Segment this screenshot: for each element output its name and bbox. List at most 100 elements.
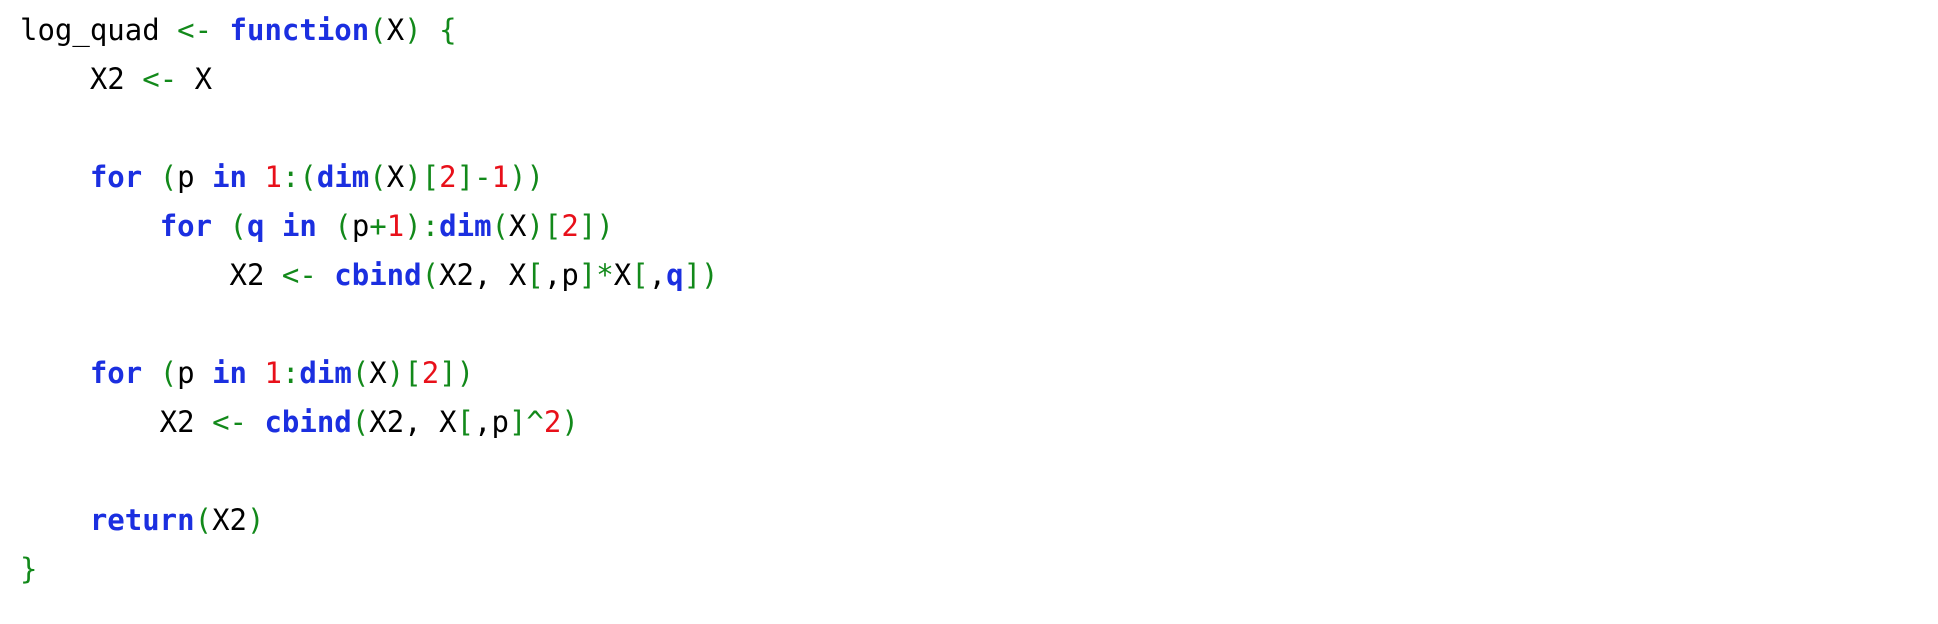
identifier-token xyxy=(142,356,159,390)
number-token: 2 xyxy=(421,356,440,390)
operator-token: <- xyxy=(142,62,178,96)
operator-token: ^ xyxy=(526,405,544,439)
identifier-token: X2, X xyxy=(439,258,527,292)
operator-token: <- xyxy=(177,13,213,47)
identifier-token xyxy=(142,160,159,194)
identifier-token xyxy=(422,13,439,47)
number-token: 2 xyxy=(439,160,457,194)
bracket-token: ] xyxy=(508,405,527,439)
keyword-token: return xyxy=(89,503,195,537)
keyword-token: cbind xyxy=(334,258,422,292)
identifier-token: , xyxy=(648,258,667,292)
keyword-token: in xyxy=(212,160,248,194)
bracket-token: ( xyxy=(369,13,387,47)
bracket-token: ( xyxy=(369,160,387,194)
identifier-token: p xyxy=(351,209,370,243)
bracket-token: ) xyxy=(526,209,544,243)
bracket-token: ( xyxy=(194,503,213,537)
bracket-token: ( xyxy=(491,209,510,243)
number-token: 1 xyxy=(264,356,282,390)
bracket-token: ]) xyxy=(439,356,475,390)
bracket-token: [ xyxy=(404,356,422,390)
keyword-token: q xyxy=(247,209,265,243)
operator-token: * xyxy=(596,258,614,292)
bracket-token: [ xyxy=(543,209,562,243)
identifier-token: X2 xyxy=(20,62,125,96)
keyword-token: in xyxy=(281,209,317,243)
bracket-token: ( xyxy=(351,405,370,439)
identifier-token xyxy=(247,160,264,194)
identifier-token xyxy=(195,405,212,439)
bracket-token: ( xyxy=(334,209,352,243)
identifier-token: p xyxy=(177,160,213,194)
keyword-token: q xyxy=(666,258,684,292)
code-view[interactable]: log_quad <- function(X) { X2 <- X for (p… xyxy=(20,6,1920,616)
number-token: 1 xyxy=(386,209,405,243)
number-token: 2 xyxy=(561,209,579,243)
keyword-token: for xyxy=(159,209,213,243)
identifier-token: log_quad xyxy=(20,13,160,47)
bracket-token: ) xyxy=(561,405,579,439)
number-token: 1 xyxy=(491,160,510,194)
identifier-token: X xyxy=(386,160,405,194)
code-line: X2 <- cbind(X2, X[,p]*X[,q]) xyxy=(20,251,1920,300)
bracket-token: ) xyxy=(404,209,422,243)
operator-token: <- xyxy=(281,258,317,292)
identifier-token xyxy=(317,209,334,243)
code-line: for (p in 1:dim(X)[2]) xyxy=(20,349,1920,398)
identifier-token: X xyxy=(369,356,387,390)
keyword-token: cbind xyxy=(264,405,352,439)
operator-token: - xyxy=(474,160,492,194)
bracket-token: )) xyxy=(509,160,544,194)
bracket-token: { xyxy=(439,13,457,47)
identifier-token xyxy=(212,13,229,47)
code-line: for (q in (p+1):dim(X)[2]) xyxy=(20,202,1920,251)
bracket-token: ) xyxy=(386,356,405,390)
identifier-token xyxy=(264,209,281,243)
identifier-token xyxy=(247,405,264,439)
bracket-token: ) xyxy=(247,503,265,537)
identifier-token xyxy=(264,258,281,292)
identifier-token: X2 xyxy=(20,405,195,439)
identifier-token: X xyxy=(509,209,527,243)
keyword-token: function xyxy=(229,13,370,47)
bracket-token: ] xyxy=(456,160,475,194)
identifier-token xyxy=(212,209,229,243)
identifier-token xyxy=(317,258,334,292)
identifier-token xyxy=(125,62,142,96)
bracket-token: [ xyxy=(526,258,544,292)
identifier-token xyxy=(247,356,264,390)
bracket-token: ]) xyxy=(578,209,614,243)
operator-token: : xyxy=(281,160,300,194)
keyword-token: for xyxy=(89,160,143,194)
bracket-token: ( xyxy=(351,356,370,390)
bracket-token: ) xyxy=(404,160,422,194)
keyword-token: dim xyxy=(316,160,370,194)
identifier-token xyxy=(20,209,160,243)
operator-token: : xyxy=(281,356,300,390)
bracket-token: } xyxy=(20,552,38,586)
keyword-token: dim xyxy=(439,209,492,243)
identifier-token: ,p xyxy=(543,258,579,292)
bracket-token: ( xyxy=(159,356,178,390)
bracket-token: ( xyxy=(229,209,248,243)
operator-token: + xyxy=(369,209,387,243)
bracket-token: ( xyxy=(299,160,317,194)
code-line: log_quad <- function(X) { xyxy=(20,6,1920,55)
code-line: } xyxy=(20,545,1920,594)
bracket-token: ] xyxy=(578,258,597,292)
bracket-token: ]) xyxy=(683,258,719,292)
bracket-token: ) xyxy=(404,13,422,47)
code-line: X2 <- X xyxy=(20,55,1920,104)
identifier-token: X2, X xyxy=(369,405,457,439)
keyword-token: dim xyxy=(299,356,352,390)
keyword-token: in xyxy=(212,356,248,390)
identifier-token: X xyxy=(386,13,405,47)
identifier-token xyxy=(20,160,90,194)
identifier-token xyxy=(20,356,90,390)
code-line: return(X2) xyxy=(20,496,1920,545)
identifier-token: p xyxy=(177,356,213,390)
